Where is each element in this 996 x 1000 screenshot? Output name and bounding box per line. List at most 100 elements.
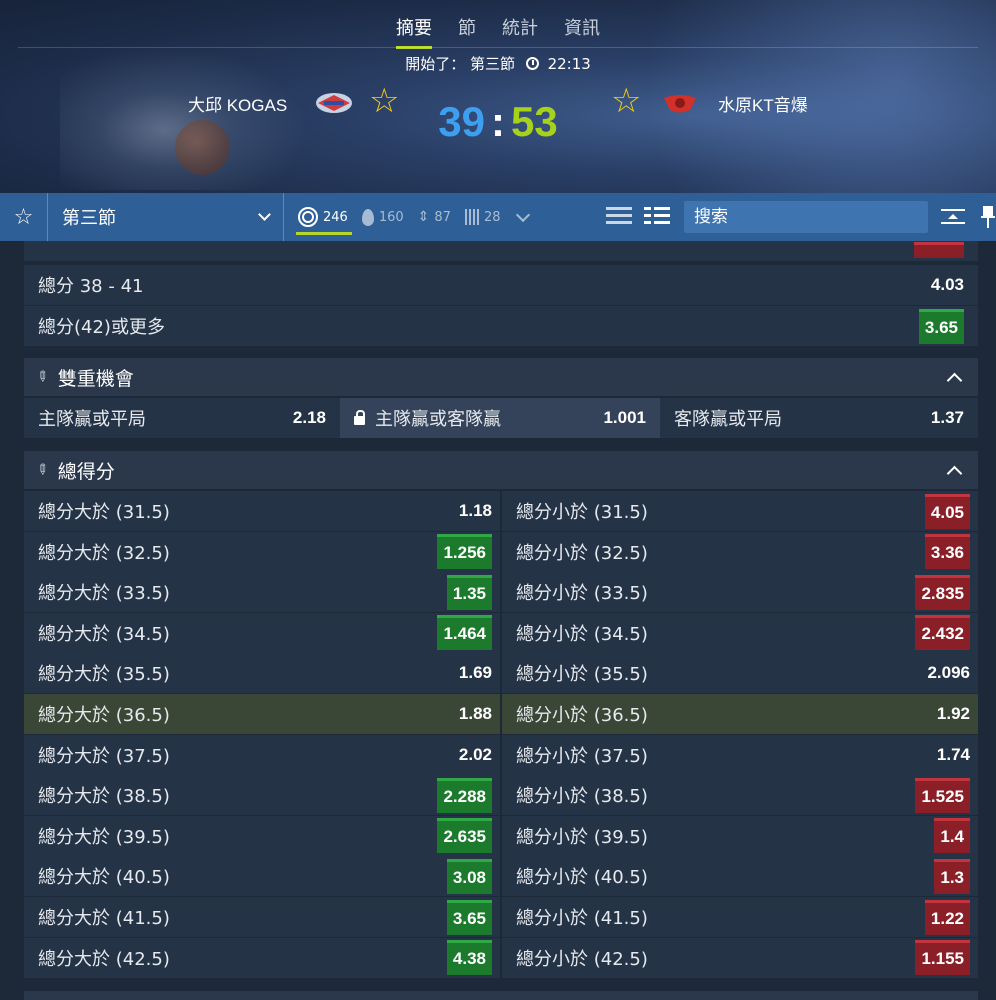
over-odd-button[interactable]: 總分大於 (36.5) 1.88	[24, 694, 500, 734]
total-points-row: 總分大於 (40.5) 3.08 總分小於 (40.5) 1.3	[24, 856, 978, 897]
filter-all-markets[interactable]: 246	[296, 193, 352, 241]
over-odd-button[interactable]: 總分大於 (40.5) 3.08	[24, 856, 500, 897]
odd-value: 2.18	[292, 408, 326, 427]
outcome-label: 主隊贏或客隊贏	[375, 409, 501, 430]
outcome-label: 總分小於 (40.5)	[516, 867, 648, 889]
tab-summary[interactable]: 摘要	[396, 14, 432, 49]
total-points-row: 總分大於 (32.5) 1.256 總分小於 (32.5) 3.36	[24, 531, 978, 572]
total-points-row: 總分大於 (33.5) 1.35 總分小於 (33.5) 2.835	[24, 572, 978, 613]
odd-value: 3.08	[446, 858, 492, 894]
outcome-label: 總分大於 (38.5)	[38, 786, 170, 808]
odd-value[interactable]: 4.03	[931, 275, 964, 295]
over-odd-button[interactable]: 總分大於 (39.5) 2.635	[24, 815, 500, 856]
under-odd-button[interactable]: 總分小於 (31.5) 4.05	[502, 491, 978, 531]
under-odd-button[interactable]: 總分小於 (42.5) 1.155	[502, 937, 978, 978]
total-points-row: 總分大於 (34.5) 1.464 總分小於 (34.5) 2.432	[24, 612, 978, 653]
score-separator: :	[491, 98, 505, 145]
total-points-header[interactable]: ✎ 總得分	[24, 451, 978, 489]
under-odd-button[interactable]: 總分小於 (38.5) 1.525	[502, 775, 978, 816]
over-odd-button[interactable]: 總分大於 (31.5) 1.18	[24, 491, 500, 531]
odd-value: 2.096	[927, 663, 970, 683]
under-odd-button[interactable]: 總分小於 (34.5) 2.432	[502, 612, 978, 653]
favorites-star-icon[interactable]: ☆	[0, 193, 48, 241]
partial-odd-button[interactable]	[914, 242, 964, 258]
odd-value: 1.22	[924, 899, 970, 935]
pin-icon[interactable]: ✎	[32, 460, 52, 480]
favorite-away-star-icon[interactable]: ☆	[611, 84, 641, 118]
scoreboard: 39:53	[0, 98, 996, 146]
odd-value: 1.464	[437, 615, 492, 651]
tab-periods[interactable]: 節	[458, 14, 476, 49]
search-input[interactable]	[684, 201, 928, 233]
odd-value: 1.92	[936, 704, 970, 723]
under-odd-button[interactable]: 總分小於 (39.5) 1.4	[502, 815, 978, 856]
double-chance-header[interactable]: ✎ 雙重機會	[24, 358, 978, 396]
outcome-label: 總分大於 (35.5)	[38, 664, 170, 686]
odd-value: 1.3	[934, 858, 970, 894]
market-toolbar: ☆ 第三節 246 160 ⇕ 87 28	[0, 193, 996, 241]
chevron-up-icon[interactable]	[946, 372, 963, 388]
outcome-label: 主隊贏或平局	[38, 409, 146, 430]
under-odd-button[interactable]: 總分小於 (33.5) 2.835	[502, 572, 978, 613]
clock-icon	[525, 57, 539, 70]
under-odd-button[interactable]: 總分小於 (40.5) 1.3	[502, 856, 978, 897]
over-odd-button[interactable]: 總分大於 (32.5) 1.256	[24, 531, 500, 572]
outcome-label: 總分小於 (39.5)	[516, 826, 648, 848]
odd-value: 1.35	[446, 574, 492, 610]
filter-popular[interactable]: 160	[361, 193, 404, 241]
section-title: 雙重機會	[57, 367, 134, 390]
under-odd-button[interactable]: 總分小於 (41.5) 1.22	[502, 897, 978, 937]
pin-icon[interactable]	[980, 205, 996, 229]
odd-value: 2.02	[458, 744, 492, 764]
market-row[interactable]: 總分(42)或更多 3.65	[24, 306, 978, 346]
grid-view-icon[interactable]	[644, 207, 670, 227]
under-odd-button[interactable]: 總分小於 (37.5) 1.74	[502, 734, 978, 775]
over-odd-button[interactable]: 總分大於 (35.5) 1.69	[24, 653, 500, 694]
odd-button[interactable]: 客隊贏或平局 1.37	[660, 398, 978, 438]
list-view-icon[interactable]	[606, 207, 632, 227]
filter-count: 160	[378, 209, 404, 225]
over-odd-button[interactable]: 總分大於 (37.5) 2.02	[24, 734, 500, 775]
period-dropdown[interactable]: 第三節	[48, 193, 284, 241]
match-tabs: 摘要 節 統計 資訊	[0, 14, 996, 49]
under-odd-button[interactable]: 總分小於 (32.5) 3.36	[502, 531, 978, 572]
outcome-label: 總分小於 (32.5)	[516, 542, 648, 564]
tab-info[interactable]: 資訊	[564, 14, 600, 49]
filter-count: 246	[323, 209, 348, 225]
odd-button-locked[interactable]: 主隊贏或客隊贏 1.001	[340, 398, 660, 438]
odd-value: 1.37	[930, 408, 964, 427]
odd-value: 4.38	[446, 940, 492, 976]
filter-over-under[interactable]: ⇕ 87	[418, 193, 451, 241]
tabs-divider	[18, 47, 978, 48]
over-odd-button[interactable]: 總分大於 (38.5) 2.288	[24, 775, 500, 816]
chevron-up-icon[interactable]	[946, 465, 963, 481]
pin-icon[interactable]: ✎	[32, 367, 52, 387]
more-filters-chevron-icon[interactable]	[516, 207, 531, 222]
odd-value: 3.65	[446, 899, 492, 935]
under-odd-button[interactable]: 總分小於 (35.5) 2.096	[502, 653, 978, 694]
tab-stats[interactable]: 統計	[502, 14, 538, 49]
over-odd-button[interactable]: 總分大於 (42.5) 4.38	[24, 937, 500, 978]
total-points-row: 總分大於 (35.5) 1.69 總分小於 (35.5) 2.096	[24, 653, 978, 694]
total-points-row: 總分大於 (38.5) 2.288 總分小於 (38.5) 1.525	[24, 775, 978, 816]
outcome-label: 總分大於 (39.5)	[38, 826, 170, 848]
away-team-name: 水原KT音爆	[718, 96, 808, 115]
outcome-label: 總分小於 (35.5)	[516, 664, 648, 686]
filter-stats[interactable]: 28	[464, 193, 500, 241]
bars-icon	[464, 209, 479, 225]
double-chance-row: 主隊贏或平局 2.18 主隊贏或客隊贏 1.001 客隊贏或平局 1.37	[24, 398, 978, 438]
home-score: 39	[438, 98, 485, 145]
under-odd-button[interactable]: 總分小於 (36.5) 1.92	[502, 694, 978, 734]
odd-button[interactable]: 主隊贏或平局 2.18	[24, 398, 340, 438]
over-odd-button[interactable]: 總分大於 (34.5) 1.464	[24, 612, 500, 653]
odd-value: 2.432	[915, 615, 970, 651]
status-prefix: 開始了：	[405, 55, 466, 73]
over-odd-button[interactable]: 總分大於 (41.5) 3.65	[24, 897, 500, 937]
odd-value[interactable]: 3.65	[918, 308, 964, 344]
collapse-all-icon[interactable]	[940, 207, 966, 227]
match-header: 摘要 節 統計 資訊 開始了： 第三節 22:13 大邱 KOGAS ☆ 39:…	[0, 0, 996, 193]
outcome-label: 總分大於 (34.5)	[38, 623, 170, 645]
over-odd-button[interactable]: 總分大於 (33.5) 1.35	[24, 572, 500, 613]
market-row[interactable]: 總分 38 - 41 4.03	[24, 265, 978, 305]
section-title: 總得分	[57, 460, 115, 483]
